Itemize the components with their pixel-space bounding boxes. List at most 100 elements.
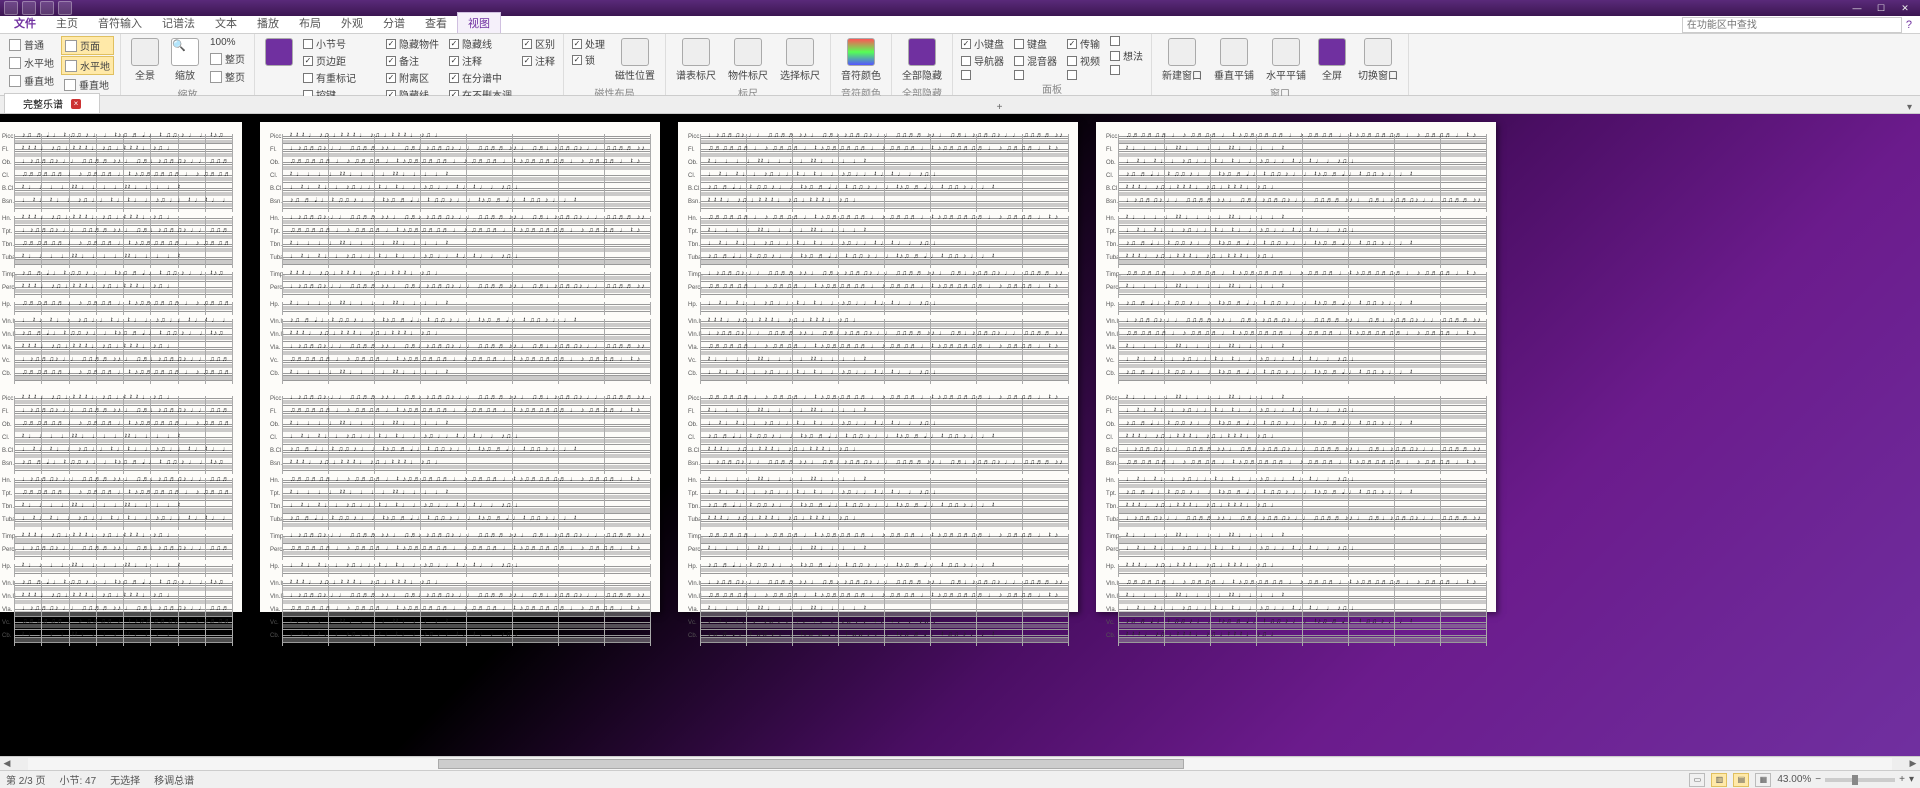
staff-row[interactable]: Perc.♫♬♫♬♫♬ ♩ ♪ ♫♬♫♬ ♩ 𝄽 ♪♫♬♫♬♫♬ ♩ ♪ ♫♬♫… bbox=[688, 285, 1068, 298]
tab-note-input[interactable]: 音符输入 bbox=[88, 13, 152, 33]
score-workspace[interactable]: Picc.♪♫ ♬ 𝅘𝅥 ♩ 𝄽 ♫♫ ♪ ♩ ♩ 𝄽♪♫ ♬ 𝅘𝅥 ♩ 𝄽 ♫… bbox=[0, 114, 1920, 770]
tab-play[interactable]: 播放 bbox=[247, 13, 289, 33]
staff-row[interactable]: Cb.𝄽 𝄽 𝄽 ♩ ♪♫ ♩𝄽 𝄽 𝄽 ♩ ♪♫ ♩𝄽 𝄽 𝄽 ♩ ♪♫ ♩ bbox=[1106, 633, 1486, 646]
document-tab-close-icon[interactable]: × bbox=[71, 99, 81, 109]
zoom-button[interactable]: 🔍缩放 bbox=[167, 36, 203, 84]
view-vertical2-button[interactable]: 垂直地 bbox=[61, 76, 114, 93]
staff-row[interactable]: Bsn.♩ 𝄽 ♩ 𝄽 ♩ ♩ ♪♫ ♩♩ 𝄽 ♩ 𝄽 ♩ ♩ ♪♫ ♩♩ 𝄽 … bbox=[2, 199, 232, 212]
tab-home[interactable]: 主页 bbox=[46, 13, 88, 33]
chk-rehearsal[interactable]: 有重标记 bbox=[301, 70, 378, 85]
view-normal-button[interactable]: 普通 bbox=[6, 36, 57, 53]
chk-blank4[interactable] bbox=[1108, 36, 1145, 46]
tab-review[interactable]: 查看 bbox=[415, 13, 457, 33]
staff-row[interactable]: Bsn.♪♫ ♬ 𝅘𝅥 ♩ 𝄽 ♫♫ ♪ ♩ ♩ 𝄽♪♫ ♬ 𝅘𝅥 ♩ 𝄽 ♫♫… bbox=[270, 199, 650, 212]
chk-keyboard[interactable]: 键盘 bbox=[1012, 36, 1059, 51]
minimize-button[interactable]: — bbox=[1846, 2, 1868, 14]
chk-attach[interactable]: 附离区 bbox=[384, 70, 441, 85]
score-page[interactable]: Picc.𝄽 𝄽 𝄽 ♩ ♪♫ ♩𝄽 𝄽 𝄽 ♩ ♪♫ ♩𝄽 𝄽 𝄽 ♩ ♪♫ … bbox=[260, 122, 660, 612]
zoom-fitwidth-button[interactable]: 整页 bbox=[207, 68, 248, 85]
scroll-left-arrow[interactable]: ◀ bbox=[0, 757, 14, 771]
staff-row[interactable]: Hp.𝄽 𝄽 𝄽 ♩ ♪♫ ♩𝄽 𝄽 𝄽 ♩ ♪♫ ♩𝄽 𝄽 𝄽 ♩ ♪♫ ♩ bbox=[1106, 564, 1486, 577]
staff-row[interactable]: Perc.𝄽 𝄽 𝄽 ♩ ♪♫ ♩𝄽 𝄽 𝄽 ♩ ♪♫ ♩𝄽 𝄽 𝄽 ♩ ♪♫ … bbox=[2, 285, 232, 298]
close-button[interactable]: ✕ bbox=[1894, 2, 1916, 14]
switch-window-button[interactable]: 切换窗口 bbox=[1354, 36, 1402, 84]
tabstrip-new[interactable]: + bbox=[989, 102, 1011, 113]
scrollbar-track[interactable] bbox=[28, 758, 1892, 770]
staff-row[interactable]: Perc.𝄽 ♩ ♩ ♩ ♩ 𝄽𝄽 ♩ ♩ ♩ ♩ 𝄽𝄽 ♩ ♩ ♩ ♩ 𝄽 bbox=[688, 547, 1068, 560]
staff-row[interactable]: Bsn.𝄽 𝄽 𝄽 ♩ ♪♫ ♩𝄽 𝄽 𝄽 ♩ ♪♫ ♩𝄽 𝄽 𝄽 ♩ ♪♫ ♩ bbox=[688, 199, 1068, 212]
staff-row[interactable]: Bsn.♫♬♫♬♫♬ ♩ ♪ ♫♬♫♬ ♩ 𝄽 ♪♫♬♫♬♫♬ ♩ ♪ ♫♬♫♬… bbox=[1106, 461, 1486, 474]
new-window-button[interactable]: 新建窗口 bbox=[1158, 36, 1206, 84]
staff-row[interactable]: Hp.♩ 𝄽 ♩ 𝄽 ♩ ♩ ♪♫ ♩♩ 𝄽 ♩ 𝄽 ♩ ♩ ♪♫ ♩♩ 𝄽 ♩… bbox=[688, 302, 1068, 315]
chk-hidden-obj[interactable]: 隐藏物件 bbox=[384, 36, 441, 51]
hide-all-button[interactable]: 全部隐藏 bbox=[898, 36, 946, 84]
tile-vert-button[interactable]: 垂直平铺 bbox=[1210, 36, 1258, 84]
zoom-slider[interactable] bbox=[1825, 778, 1895, 782]
chk-blank2[interactable] bbox=[1012, 70, 1059, 80]
staff-row[interactable]: Tuba𝄽 ♩ ♩ ♩ ♩ 𝄽𝄽 ♩ ♩ ♩ ♩ 𝄽𝄽 ♩ ♩ ♩ ♩ 𝄽 bbox=[2, 255, 232, 268]
staff-row[interactable]: Tuba♪♫ ♬ 𝅘𝅥 ♩ 𝄽 ♫♫ ♪ ♩ ♩ 𝄽♪♫ ♬ 𝅘𝅥 ♩ 𝄽 ♫♫… bbox=[688, 255, 1068, 268]
staff-row[interactable]: Tuba♩ 𝄽 ♩ 𝄽 ♩ ♩ ♪♫ ♩♩ 𝄽 ♩ 𝄽 ♩ ♩ ♪♫ ♩♩ 𝄽 … bbox=[270, 255, 650, 268]
chk-comments[interactable]: 注释 bbox=[447, 53, 514, 68]
tab-layout[interactable]: 布局 bbox=[289, 13, 331, 33]
score-page[interactable]: Picc.♩♪♫♬♫♪ ♩♩ ♫♫♬♬ ♪♪ ♩ ♫♬♩♪♫♬♫♪ ♩♩ ♫♫♬… bbox=[678, 122, 1078, 612]
view-horizontal-button[interactable]: 水平地 bbox=[6, 54, 57, 71]
zoom-fitpage-button[interactable]: 整页 bbox=[207, 50, 248, 67]
staff-row[interactable]: Hp.𝄽 ♩ ♩ ♩ ♩ 𝄽𝄽 ♩ ♩ ♩ ♩ 𝄽𝄽 ♩ ♩ ♩ ♩ 𝄽 bbox=[2, 564, 232, 577]
staff-row[interactable]: Cb.♪♫ ♬ 𝅘𝅥 ♩ 𝄽 ♫♫ ♪ ♩ ♩ 𝄽♪♫ ♬ 𝅘𝅥 ♩ 𝄽 ♫♫ … bbox=[688, 633, 1068, 646]
chk-transport[interactable]: 传输 bbox=[1065, 36, 1102, 51]
staff-row[interactable]: Tuba♩ 𝄽 ♩ 𝄽 ♩ ♩ ♪♫ ♩♩ 𝄽 ♩ 𝄽 ♩ ♩ ♪♫ ♩♩ 𝄽 … bbox=[2, 517, 232, 530]
staff-row[interactable]: Cb.♩ 𝄽 ♩ 𝄽 ♩ ♩ ♪♫ ♩♩ 𝄽 ♩ 𝄽 ♩ ♩ ♪♫ ♩♩ 𝄽 ♩… bbox=[688, 371, 1068, 384]
staff-row[interactable]: Bsn.♩♪♫♬♫♪ ♩♩ ♫♫♬♬ ♪♪ ♩ ♫♬♩♪♫♬♫♪ ♩♩ ♫♫♬♬… bbox=[1106, 199, 1486, 212]
view-mode-3-button[interactable]: ▤ bbox=[1733, 773, 1749, 787]
staff-row[interactable]: Perc.𝄽 ♩ ♩ ♩ ♩ 𝄽𝄽 ♩ ♩ ♩ ♩ 𝄽𝄽 ♩ ♩ ♩ ♩ 𝄽 bbox=[1106, 285, 1486, 298]
object-ruler-button[interactable]: 物件标尺 bbox=[724, 36, 772, 84]
tab-view[interactable]: 视图 bbox=[457, 12, 501, 33]
chk-bar-numbers[interactable]: 小节号 bbox=[301, 36, 378, 51]
scrollbar-thumb[interactable] bbox=[438, 759, 1184, 769]
invisibles-button[interactable] bbox=[261, 36, 297, 69]
tab-appearance[interactable]: 外观 bbox=[331, 13, 373, 33]
staff-row[interactable]: Bsn.𝄽 𝄽 𝄽 ♩ ♪♫ ♩𝄽 𝄽 𝄽 ♩ ♪♫ ♩𝄽 𝄽 𝄽 ♩ ♪♫ ♩ bbox=[270, 461, 650, 474]
tab-notation[interactable]: 记谱法 bbox=[152, 13, 205, 33]
chk-notes[interactable]: 备注 bbox=[384, 53, 441, 68]
tab-parts[interactable]: 分谱 bbox=[373, 13, 415, 33]
fullscreen-button[interactable]: 全屏 bbox=[1314, 36, 1350, 84]
staff-row[interactable]: Cb.𝄽 ♩ ♩ ♩ ♩ 𝄽𝄽 ♩ ♩ ♩ ♩ 𝄽𝄽 ♩ ♩ ♩ ♩ 𝄽 bbox=[270, 371, 650, 384]
view-page-button[interactable]: 页面 bbox=[61, 36, 114, 55]
help-icon[interactable]: ? bbox=[1906, 19, 1912, 31]
note-color-button[interactable]: 音符颜色 bbox=[837, 36, 885, 84]
staff-row[interactable]: Bsn.♪♫ ♬ 𝅘𝅥 ♩ 𝄽 ♫♫ ♪ ♩ ♩ 𝄽♪♫ ♬ 𝅘𝅥 ♩ 𝄽 ♫♫… bbox=[2, 461, 232, 474]
view-mode-4-button[interactable]: ▦ bbox=[1755, 773, 1771, 787]
staff-row[interactable]: Perc.♩♪♫♬♫♪ ♩♩ ♫♫♬♬ ♪♪ ♩ ♫♬♩♪♫♬♫♪ ♩♩ ♫♫♬… bbox=[2, 547, 232, 560]
chk-mixer[interactable]: 混音器 bbox=[1012, 53, 1059, 68]
chk-blank5[interactable] bbox=[1108, 65, 1145, 75]
staff-row[interactable]: Cb.♪♫ ♬ 𝅘𝅥 ♩ 𝄽 ♫♫ ♪ ♩ ♩ 𝄽♪♫ ♬ 𝅘𝅥 ♩ 𝄽 ♫♫ … bbox=[1106, 371, 1486, 384]
staff-row[interactable]: Cb.♫♬♫♬♫♬ ♩ ♪ ♫♬♫♬ ♩ 𝄽 ♪♫♬♫♬♫♬ ♩ ♪ ♫♬♫♬ … bbox=[2, 371, 232, 384]
tab-file[interactable]: 文件 bbox=[4, 13, 46, 33]
zoom-out-button[interactable]: − bbox=[1815, 774, 1821, 785]
ribbon-search-input[interactable] bbox=[1682, 17, 1902, 33]
view-mode-1-button[interactable]: ▭ bbox=[1689, 773, 1705, 787]
chk-process[interactable]: 处理 bbox=[570, 36, 607, 51]
staff-ruler-button[interactable]: 谱表标尺 bbox=[672, 36, 720, 84]
chk-ideas[interactable]: 想法 bbox=[1108, 48, 1145, 63]
maximize-button[interactable]: ☐ bbox=[1870, 2, 1892, 14]
tabstrip-expander[interactable]: ▾ bbox=[1899, 102, 1920, 113]
zoom-full-button[interactable]: 全景 bbox=[127, 36, 163, 84]
staff-row[interactable]: Bsn.♩♪♫♬♫♪ ♩♩ ♫♫♬♬ ♪♪ ♩ ♫♬♩♪♫♬♫♪ ♩♩ ♫♫♬♬… bbox=[688, 461, 1068, 474]
zoom-thumb[interactable] bbox=[1852, 775, 1858, 785]
staff-row[interactable]: Hp.♪♫ ♬ 𝅘𝅥 ♩ 𝄽 ♫♫ ♪ ♩ ♩ 𝄽♪♫ ♬ 𝅘𝅥 ♩ 𝄽 ♫♫ … bbox=[688, 564, 1068, 577]
view-vertical-button[interactable]: 垂直地 bbox=[6, 72, 57, 89]
zoom-menu[interactable]: ▾ bbox=[1909, 774, 1914, 785]
scroll-right-arrow[interactable]: ▶ bbox=[1906, 757, 1920, 771]
staff-row[interactable]: Tuba𝄽 𝄽 𝄽 ♩ ♪♫ ♩𝄽 𝄽 𝄽 ♩ ♪♫ ♩𝄽 𝄽 𝄽 ♩ ♪♫ ♩ bbox=[688, 517, 1068, 530]
chk-diff[interactable]: 区别 bbox=[520, 36, 557, 51]
tile-horiz-button[interactable]: 水平平铺 bbox=[1262, 36, 1310, 84]
chk-blank[interactable] bbox=[959, 70, 1006, 80]
staff-row[interactable]: Hp.♪♫ ♬ 𝅘𝅥 ♩ 𝄽 ♫♫ ♪ ♩ ♩ 𝄽♪♫ ♬ 𝅘𝅥 ♩ 𝄽 ♫♫ … bbox=[1106, 302, 1486, 315]
score-page[interactable]: Picc.♪♫ ♬ 𝅘𝅥 ♩ 𝄽 ♫♫ ♪ ♩ ♩ 𝄽♪♫ ♬ 𝅘𝅥 ♩ 𝄽 ♫… bbox=[0, 122, 242, 612]
staff-row[interactable]: Cb.♩ 𝄽 ♩ 𝄽 ♩ ♩ ♪♫ ♩♩ 𝄽 ♩ 𝄽 ♩ ♩ ♪♫ ♩♩ 𝄽 ♩… bbox=[270, 633, 650, 646]
staff-row[interactable]: Hp.♩ 𝄽 ♩ 𝄽 ♩ ♩ ♪♫ ♩♩ 𝄽 ♩ 𝄽 ♩ ♩ ♪♫ ♩♩ 𝄽 ♩… bbox=[270, 564, 650, 577]
staff-row[interactable]: Hp.♫♬♫♬♫♬ ♩ ♪ ♫♬♫♬ ♩ 𝄽 ♪♫♬♫♬♫♬ ♩ ♪ ♫♬♫♬ … bbox=[2, 302, 232, 315]
